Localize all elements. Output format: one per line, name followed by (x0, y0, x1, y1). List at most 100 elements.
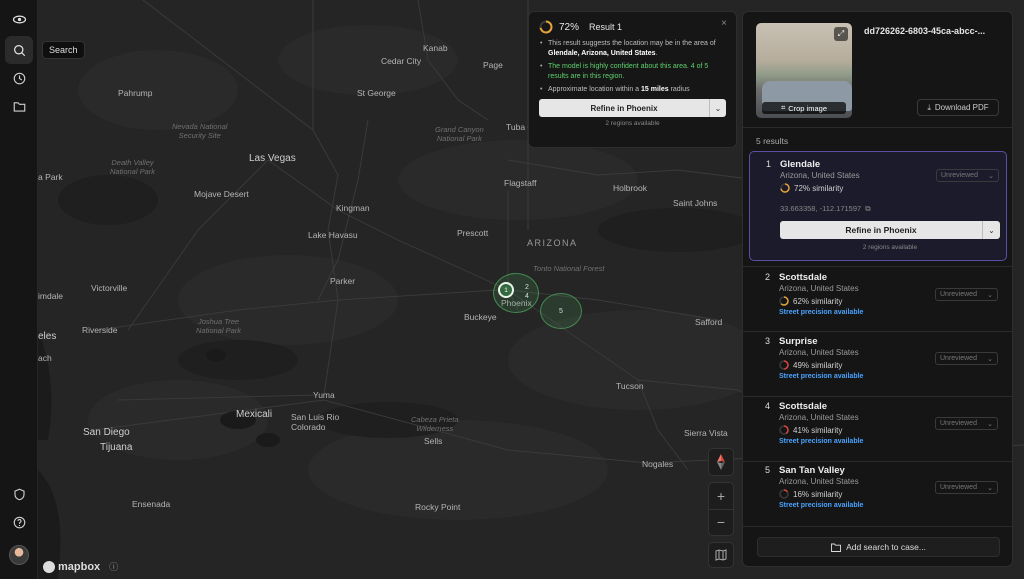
review-status-value: Unreviewed (940, 420, 977, 427)
popup-header: 72% Result 1 (539, 20, 726, 34)
review-status-value: Unreviewed (940, 355, 977, 362)
similarity-ring-icon (779, 296, 789, 306)
popup-bullets: This result suggests the location may be… (539, 39, 726, 95)
compass-button[interactable] (708, 448, 734, 476)
result-marker-5[interactable]: 5 (540, 293, 582, 329)
clock-icon (13, 72, 25, 84)
nav-search-button[interactable] (5, 36, 33, 64)
add-search-to-case-label: Add search to case... (846, 542, 926, 552)
nav-security-button[interactable] (5, 480, 33, 508)
result-number: 3 (765, 336, 771, 346)
popup-refine-dropdown[interactable]: ⌄ (709, 99, 726, 117)
review-status-select[interactable]: Unreviewed ⌄ (936, 169, 999, 182)
result-marker-2[interactable]: 2 (525, 284, 529, 291)
result-regions-note: 2 regions available (862, 244, 918, 251)
map-label-lake-havasu: Lake Havasu (308, 230, 358, 240)
result-precision-link[interactable]: Street precision available (779, 373, 863, 380)
result-card-4[interactable]: 4 Scottsdale Arizona, United States 41% … (749, 400, 1007, 458)
review-status-value: Unreviewed (940, 291, 977, 298)
map-label-ach: ach (38, 353, 52, 363)
result-similarity: 72% similarity (780, 183, 843, 193)
nav-history-button[interactable] (5, 64, 33, 92)
expand-image-icon[interactable]: ⤢ (834, 27, 848, 41)
result-location: Arizona, United States (779, 477, 859, 486)
result-number: 2 (765, 272, 771, 282)
result-name: Surprise (779, 336, 818, 347)
zoom-in-button[interactable]: + (717, 483, 725, 509)
result-similarity-text: 41% similarity (793, 425, 843, 435)
popup-confidence: 72% (559, 21, 580, 33)
user-avatar[interactable] (9, 545, 29, 565)
result-precision-link[interactable]: Street precision available (779, 438, 863, 445)
map-label-saint-johns: Saint Johns (673, 198, 718, 208)
crop-image-button[interactable]: ⌗ Crop image (762, 102, 846, 114)
results-panel: ⤢ ⌗ Crop image dd726262-6803-45ca-abcc-.… (742, 11, 1013, 567)
result-divider (743, 396, 1012, 397)
result-refine-control: Refine in Phoenix ⌄ (780, 221, 1000, 239)
review-status-select[interactable]: Unreviewed ⌄ (935, 288, 998, 301)
result-popup: 72% Result 1 × This result suggests the … (528, 11, 737, 148)
result-refine-button[interactable]: Refine in Phoenix (780, 221, 982, 239)
attribution-info-icon[interactable]: ⓘ (109, 560, 118, 573)
zoom-out-button[interactable]: − (717, 510, 725, 536)
result-marker-1[interactable]: 1 (498, 282, 514, 298)
chevron-down-icon: ⌄ (988, 172, 994, 180)
nav-cases-button[interactable] (5, 92, 33, 120)
download-pdf-label: Download PDF (934, 103, 989, 112)
review-status-select[interactable]: Unreviewed ⌄ (935, 352, 998, 365)
result-coordinates: 33.663358, -112.171597 ⧉ (780, 204, 871, 214)
popup-close-button[interactable]: × (721, 18, 727, 29)
map-label-prescott: Prescott (457, 228, 489, 238)
result-precision-link[interactable]: Street precision available (779, 309, 863, 316)
download-pdf-button[interactable]: ⤓ Download PDF (917, 99, 999, 116)
result-card-5[interactable]: 5 San Tan Valley Arizona, United States … (749, 464, 1007, 522)
query-image-thumbnail[interactable]: ⤢ ⌗ Crop image (756, 23, 852, 118)
mapbox-wordmark: mapbox (58, 560, 101, 573)
review-status-select[interactable]: Unreviewed ⌄ (935, 417, 998, 430)
map-label-ensenada: Ensenada (132, 499, 171, 509)
result-similarity: 41% similarity (779, 425, 842, 435)
crop-icon: ⌗ (780, 103, 786, 112)
nav-help-button[interactable] (5, 508, 33, 536)
result-name: Scottsdale (779, 272, 828, 283)
app-logo[interactable] (5, 5, 33, 33)
crop-image-label: Crop image (788, 103, 827, 113)
result-number: 4 (765, 401, 771, 411)
similarity-ring-icon (779, 425, 789, 435)
similarity-ring-icon (779, 360, 789, 370)
map-style-button[interactable] (708, 542, 734, 568)
result-location: Arizona, United States (779, 284, 859, 293)
map-label-mojave: Mojave Desert (194, 189, 249, 199)
result-card-2[interactable]: 2 Scottsdale Arizona, United States 62% … (749, 271, 1007, 329)
popup-regions-note: 2 regions available (605, 120, 660, 127)
map-label-nogales: Nogales (642, 459, 674, 469)
chevron-down-icon: ⌄ (987, 420, 993, 428)
map-label-yuma: Yuma (313, 390, 335, 400)
map-label-st-george: St George (357, 88, 396, 98)
review-status-select[interactable]: Unreviewed ⌄ (935, 481, 998, 494)
search-icon (13, 44, 25, 56)
map-label-nevada-security: Nevada National Security Site (172, 122, 228, 140)
mapbox-attribution[interactable]: mapbox ⓘ (43, 560, 118, 573)
result-similarity: 62% similarity (779, 296, 842, 306)
search-tooltip: Search (42, 41, 85, 59)
result-card-1[interactable]: 1 Glendale Arizona, United States 72% si… (749, 151, 1007, 261)
result-location: Arizona, United States (779, 348, 859, 357)
result-precision-link[interactable]: Street precision available (779, 502, 863, 509)
popup-refine-button[interactable]: Refine in Phoenix (539, 99, 709, 117)
result-card-3[interactable]: 3 Surprise Arizona, United States 49% si… (749, 335, 1007, 393)
popup-bullet-confidence: The model is highly confident about this… (539, 62, 726, 82)
result-divider (743, 461, 1012, 462)
copy-icon[interactable]: ⧉ (865, 204, 870, 214)
chevron-down-icon: ⌄ (987, 291, 993, 299)
map-label-joshua-tree: Joshua Tree National Park (196, 317, 242, 335)
map-label-rocky-point: Rocky Point (415, 502, 461, 512)
add-search-to-case-button[interactable]: Add search to case... (757, 537, 1000, 557)
map-label-parker: Parker (330, 276, 356, 286)
result-refine-dropdown[interactable]: ⌄ (982, 221, 1000, 239)
chevron-down-icon: ⌄ (988, 225, 995, 235)
folder-icon (13, 101, 25, 112)
result-marker-4[interactable]: 4 (525, 293, 529, 300)
result-similarity: 49% similarity (779, 360, 842, 370)
map-label-mexicali: Mexicali (236, 409, 273, 420)
